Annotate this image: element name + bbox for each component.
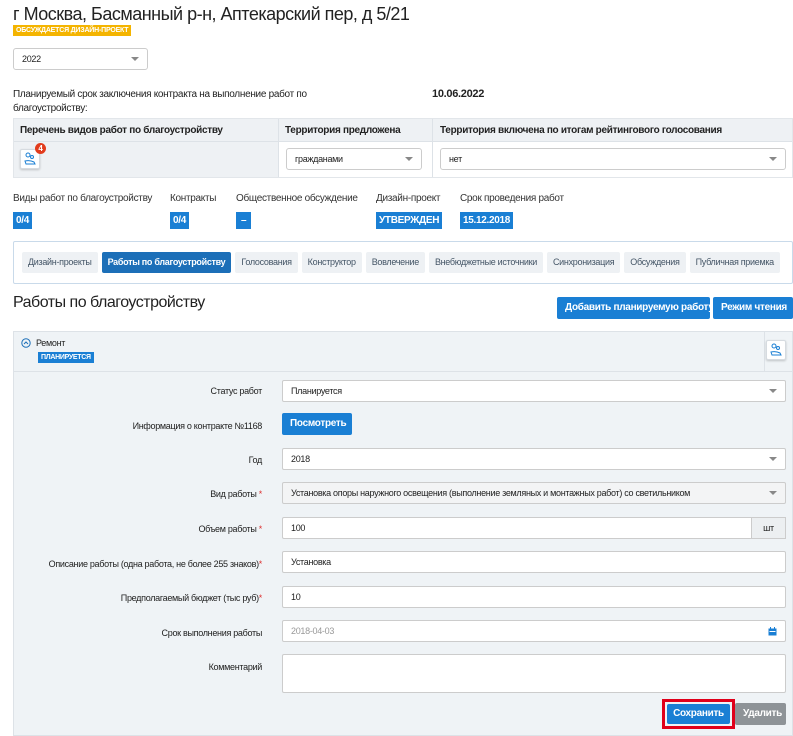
table-header-works: Перечень видов работ по благоустройству: [20, 125, 223, 136]
budget-label: Предполагаемый бюджет (тыс руб)*: [120, 593, 263, 603]
territory-table: Перечень видов работ по благоустройству …: [13, 118, 793, 178]
section-title: Работы по благоустройству: [13, 294, 205, 311]
description-input[interactable]: Установка: [282, 551, 786, 573]
work-type-label: Вид работы *: [210, 489, 262, 499]
chevron-down-icon: [769, 491, 777, 495]
proposed-select[interactable]: гражданами: [286, 148, 422, 170]
save-highlight: Сохранить: [662, 699, 735, 729]
work-type-select[interactable]: Установка опоры наружного освещения (вып…: [282, 482, 786, 504]
chevron-down-icon: [131, 57, 139, 61]
volume-unit: шт: [751, 517, 786, 539]
contract-date-label: Планируемый срок заключения контракта на…: [13, 89, 307, 114]
contract-date-value: 10.06.2022: [432, 88, 485, 100]
status-badge: ОБСУЖДАЕТСЯ ДИЗАЙН-ПРОЕКТ: [13, 25, 132, 36]
stat-value: –: [236, 212, 252, 229]
comment-textarea[interactable]: [282, 654, 786, 693]
view-contract-button[interactable]: Посмотреть: [282, 413, 352, 435]
section-tabs: Дизайн-проекты Работы по благоустройству…: [13, 241, 793, 284]
stat-value: 15.12.2018: [460, 212, 514, 229]
work-status-badge: ПЛАНИРУЕТСЯ: [38, 352, 94, 363]
tab-constructor[interactable]: Конструктор: [301, 252, 362, 273]
stat-value: 0/4: [170, 212, 190, 229]
budget-input[interactable]: 10: [282, 586, 786, 608]
contract-info-label: Информация о контракте №1168: [132, 421, 263, 431]
tab-involvement[interactable]: Вовлечение: [365, 252, 425, 273]
year-select-value: 2022: [22, 54, 41, 64]
collapse-icon[interactable]: [21, 338, 31, 348]
work-type-value: Установка опоры наружного освещения (вып…: [291, 488, 691, 498]
description-value: Установка: [291, 557, 331, 567]
chevron-down-icon: [769, 157, 777, 161]
status-value: Планируется: [291, 386, 342, 396]
work-name: Ремонт: [36, 338, 66, 348]
tab-public-acceptance[interactable]: Публичная приемка: [689, 252, 780, 273]
year-value: 2018: [291, 454, 310, 464]
work-icon-button[interactable]: [766, 340, 786, 360]
stat-discussion: Общественное обсуждение –: [236, 193, 358, 229]
stat-value: УТВЕРЖДЕН: [376, 212, 443, 229]
stat-design: Дизайн-проект УТВЕРЖДЕН: [376, 193, 443, 229]
tab-votings[interactable]: Голосования: [235, 252, 298, 273]
stat-label: Контракты: [170, 193, 217, 204]
page-title: г Москва, Басманный р-н, Аптекарский пер…: [13, 4, 410, 24]
hand-plant-icon: [24, 152, 36, 165]
table-header-included: Территория включена по итогам рейтингово…: [440, 125, 722, 136]
save-button[interactable]: Сохранить: [667, 704, 730, 724]
stat-contracts: Контракты 0/4: [170, 193, 216, 229]
budget-value: 10: [291, 592, 301, 602]
stat-label: Виды работ по благоустройству: [13, 193, 153, 204]
work-panel-header: Ремонт ПЛАНИРУЕТСЯ: [14, 332, 792, 372]
tab-discussions[interactable]: Обсуждения: [624, 252, 686, 273]
chevron-down-icon: [769, 389, 777, 393]
tab-sync[interactable]: Синхронизация: [546, 252, 621, 273]
table-header-proposed: Территория предложена: [285, 125, 401, 136]
tab-extrabudget[interactable]: Внебюджетные источники: [428, 252, 543, 273]
status-select[interactable]: Планируется: [282, 380, 786, 402]
chevron-down-icon: [405, 157, 413, 161]
included-value: нет: [449, 154, 462, 164]
stat-works: Виды работ по благоустройству 0/4: [13, 193, 152, 229]
stat-label: Дизайн-проект: [376, 193, 441, 204]
calendar-icon[interactable]: [768, 626, 777, 636]
stat-deadline: Срок проведения работ 15.12.2018: [460, 193, 564, 229]
year-label: Год: [248, 455, 263, 465]
deadline-value: 2018-04-03: [291, 626, 335, 636]
volume-value: 100: [291, 523, 306, 533]
deadline-label: Срок выполнения работы: [161, 628, 263, 638]
deadline-input[interactable]: 2018-04-03: [282, 620, 786, 642]
year-select[interactable]: 2022: [13, 48, 148, 70]
chevron-down-icon: [769, 457, 777, 461]
delete-button[interactable]: Удалить: [735, 703, 786, 725]
add-planned-work-button[interactable]: Добавить планируемую работу: [557, 297, 714, 319]
status-label: Статус работ: [210, 386, 263, 396]
work-count-badge: 4: [35, 143, 46, 154]
volume-input[interactable]: 100: [282, 517, 752, 539]
hand-plant-icon: [770, 343, 782, 356]
stat-label: Срок проведения работ: [460, 193, 564, 204]
tab-works[interactable]: Работы по благоустройству: [101, 252, 232, 273]
comment-label: Комментарий: [208, 662, 263, 672]
description-label: Описание работы (одна работа, не более 2…: [48, 559, 263, 569]
tab-design-projects[interactable]: Дизайн-проекты: [22, 252, 98, 273]
year-field-select[interactable]: 2018: [282, 448, 786, 470]
volume-label: Объем работы *: [198, 524, 262, 534]
work-panel: Ремонт ПЛАНИРУЕТСЯ Статус работ Планируе…: [13, 331, 793, 736]
stat-value: 0/4: [13, 212, 33, 229]
read-mode-button[interactable]: Режим чтения: [713, 297, 793, 319]
stat-label: Общественное обсуждение: [236, 193, 358, 204]
included-select[interactable]: нет: [440, 148, 786, 170]
proposed-value: гражданами: [295, 154, 343, 164]
